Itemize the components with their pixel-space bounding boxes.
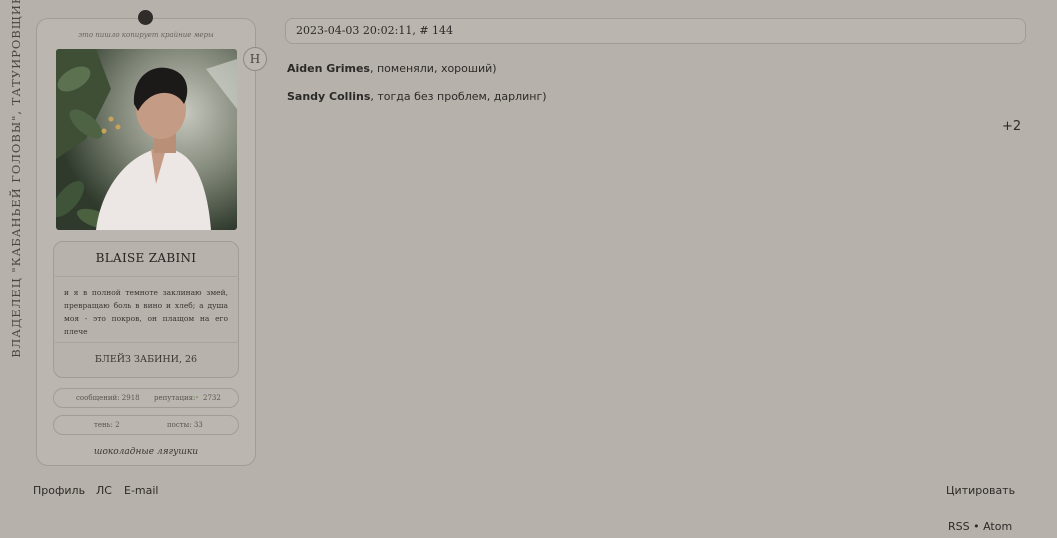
plus-icon: •	[195, 394, 200, 402]
divider	[55, 342, 237, 343]
vertical-title: ВЛАДЕЛЕЦ "КАБАНЬЕЙ ГОЛОВЫ", ТАТУИРОВЩИК	[9, 0, 23, 358]
reply-text: , тогда без проблем, дарлинг)	[370, 90, 547, 103]
reputation-value: 2732	[203, 394, 221, 402]
profile-footer: шоколадные лягушки	[93, 447, 199, 457]
extra-count: тень: 2	[94, 421, 120, 429]
profile-info-box: BLAISE ZABINI и я в полной темноте закли…	[53, 241, 239, 378]
quote-link[interactable]: Цитировать	[946, 484, 1015, 497]
character-russian-name: БЛЕЙЗ ЗАБИНИ, 26	[94, 354, 198, 365]
email-link[interactable]: E-mail	[124, 484, 159, 497]
house-badge[interactable]: H	[243, 47, 267, 71]
character-name: BLAISE ZABINI	[95, 251, 197, 265]
messages-count: сообщений: 2918	[76, 394, 140, 402]
profile-note: это пишло копирует крайние меры	[78, 31, 214, 39]
divider	[55, 276, 237, 277]
reply-author[interactable]: Aiden Grimes	[287, 62, 370, 75]
reputation-label: репутация:	[154, 394, 196, 402]
posts-pill: тень: 2 посты: 33	[53, 415, 239, 435]
posts-count: посты: 33	[167, 421, 203, 429]
post-header: 2023-04-03 20:02:11, # 144	[285, 18, 1026, 44]
stats-pill: сообщений: 2918 репутация: • 2732	[53, 388, 239, 408]
plus-count[interactable]: +2	[1002, 119, 1021, 134]
rss-atom-link[interactable]: RSS • Atom	[948, 520, 1012, 533]
status-dot-icon	[138, 10, 153, 25]
pm-link[interactable]: ЛС	[96, 484, 112, 497]
profile-quote: и я в полной темноте заклинаю змей, прев…	[64, 288, 228, 336]
profile-link[interactable]: Профиль	[33, 484, 85, 497]
profile-card: это пишло копирует крайние меры BLAISE Z…	[36, 18, 256, 466]
reply-author[interactable]: Sandy Collins	[287, 90, 370, 103]
reply-line: Sandy Collins, тогда без проблем, дарлин…	[287, 90, 547, 103]
reply-text: , поменяли, хороший)	[369, 62, 497, 75]
avatar[interactable]	[56, 49, 237, 230]
reply-line: Aiden Grimes, поменяли, хороший)	[287, 62, 497, 75]
